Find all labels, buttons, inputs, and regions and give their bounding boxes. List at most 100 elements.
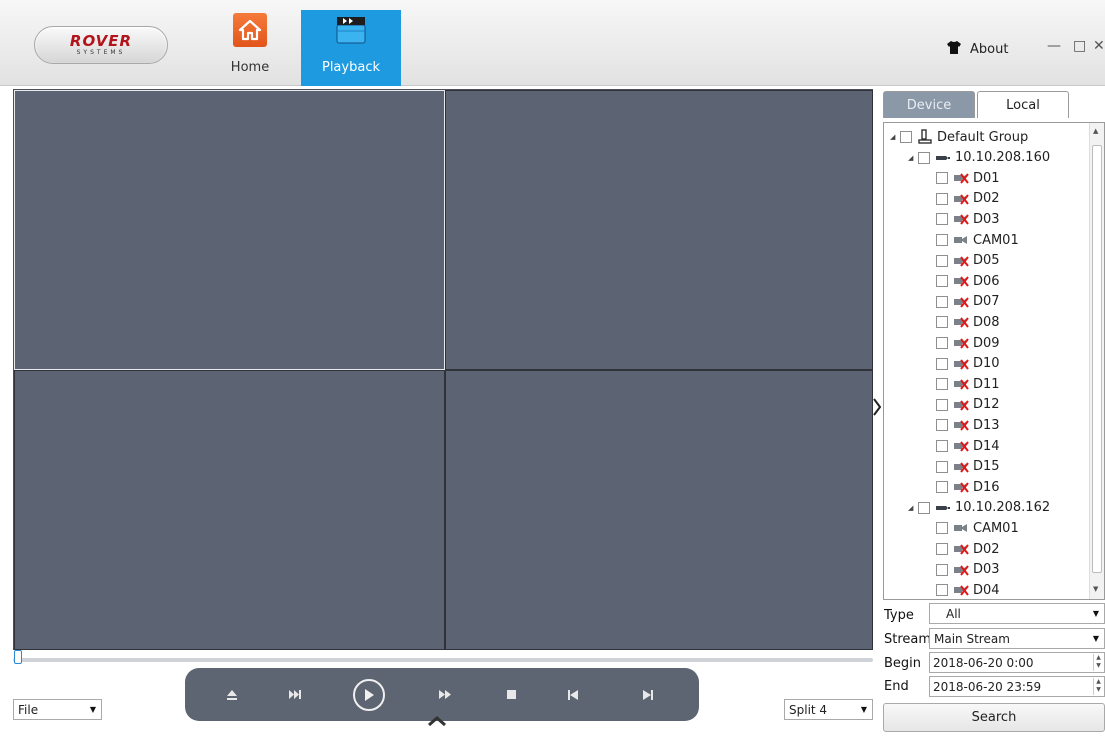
tree-channel-row[interactable]: CAM01 — [936, 518, 1019, 538]
end-datetime-input[interactable]: 2018-06-20 23:59 ▲ ▼ — [929, 676, 1105, 697]
file-select[interactable]: File ▼ — [13, 699, 102, 720]
tree-channel-row[interactable]: D15 — [936, 457, 1000, 477]
tree-checkbox[interactable] — [936, 398, 948, 411]
tree-device-row[interactable]: ◢ 10.10.208.162 — [908, 498, 1050, 518]
stream-label: Stream — [884, 632, 932, 647]
video-pane-1[interactable] — [14, 90, 445, 370]
tree-label: D08 — [973, 314, 1000, 330]
about-button[interactable]: About — [946, 40, 1008, 59]
tree-checkbox[interactable] — [936, 337, 948, 349]
slow-button[interactable] — [278, 668, 312, 721]
tree-label: D10 — [973, 356, 1000, 372]
tree-checkbox[interactable] — [936, 254, 948, 267]
tree-channel-row[interactable]: D09 — [936, 333, 1000, 353]
tab-device[interactable]: Device — [883, 91, 975, 118]
tree-checkbox[interactable] — [936, 378, 948, 391]
expand-icon[interactable]: ◢ — [908, 154, 918, 162]
tree-channel-row[interactable]: D01 — [936, 168, 1000, 188]
expand-icon[interactable]: ◢ — [908, 504, 918, 512]
tab-local[interactable]: Local — [977, 91, 1069, 118]
prev-frame-button[interactable] — [556, 668, 590, 721]
tree-channel-row[interactable]: D16 — [936, 477, 1000, 497]
hide-controls-icon[interactable] — [428, 715, 446, 730]
begin-spinner-icon[interactable]: ▲ ▼ — [1093, 654, 1103, 671]
timeline-scrubber[interactable] — [13, 650, 873, 664]
camera-offline-icon — [953, 315, 969, 329]
nav-tab-playback[interactable]: Playback — [301, 10, 401, 86]
tree-device-row[interactable]: ◢ 10.10.208.160 — [908, 148, 1050, 168]
scrollbar-thumb[interactable] — [1092, 145, 1102, 573]
type-select[interactable]: All ▼ — [929, 603, 1105, 624]
maximize-button[interactable]: □ — [1073, 38, 1086, 54]
eject-button[interactable] — [215, 668, 249, 721]
tree-label: D06 — [973, 273, 1000, 289]
tree-channel-row[interactable]: D02 — [936, 189, 1000, 209]
camera-offline-icon — [953, 542, 969, 556]
eject-icon — [227, 689, 237, 700]
video-pane-2[interactable] — [445, 90, 873, 370]
split-select[interactable]: Split 4 ▼ — [784, 699, 873, 720]
tree-channel-row[interactable]: D14 — [936, 436, 1000, 456]
tree-checkbox[interactable] — [918, 501, 930, 514]
rover-logo: ROVER SYSTEMS — [34, 26, 168, 64]
scroll-down-icon[interactable]: ▼ — [1093, 585, 1098, 593]
top-bar: ROVER SYSTEMS Home Playback About — □ ✕ — [0, 0, 1105, 86]
nav-tab-home[interactable]: Home — [200, 10, 300, 86]
tree-checkbox[interactable] — [918, 151, 930, 164]
tree-channel-row[interactable]: D04 — [936, 580, 1000, 599]
tree-label: Default Group — [937, 129, 1029, 145]
fast-forward-button[interactable] — [428, 668, 462, 721]
tree-checkbox[interactable] — [936, 213, 948, 226]
tree-checkbox[interactable] — [936, 460, 948, 473]
tree-checkbox[interactable] — [936, 522, 948, 535]
tree-channel-row[interactable]: D05 — [936, 251, 1000, 271]
tree-channel-row[interactable]: D13 — [936, 415, 1000, 435]
play-icon — [353, 678, 385, 711]
tree-checkbox[interactable] — [936, 440, 948, 452]
tree-label: D04 — [973, 582, 1000, 598]
tree-checkbox[interactable] — [936, 481, 948, 494]
play-button[interactable] — [349, 668, 389, 721]
search-button[interactable]: Search — [883, 703, 1105, 732]
begin-datetime-input[interactable]: 2018-06-20 0:00 ▲ ▼ — [929, 652, 1105, 673]
video-pane-4[interactable] — [445, 370, 873, 650]
tree-group-row[interactable]: ◢ Default Group — [890, 127, 1028, 147]
tree-channel-row[interactable]: CAM01 — [936, 230, 1019, 250]
tree-checkbox[interactable] — [936, 584, 948, 597]
tree-checkbox[interactable] — [936, 275, 948, 288]
tree-checkbox[interactable] — [936, 295, 948, 308]
tree-channel-row[interactable]: D02 — [936, 539, 1000, 559]
tree-checkbox[interactable] — [936, 172, 948, 185]
tree-checkbox[interactable] — [936, 357, 948, 370]
end-spinner-icon[interactable]: ▲ ▼ — [1093, 678, 1103, 695]
tree-channel-row[interactable]: D03 — [936, 560, 1000, 580]
tree-channel-row[interactable]: D06 — [936, 271, 1000, 291]
tree-checkbox[interactable] — [936, 316, 948, 329]
expand-icon[interactable]: ◢ — [890, 133, 900, 141]
tree-channel-row[interactable]: D03 — [936, 209, 1000, 229]
minimize-button[interactable]: — — [1047, 38, 1061, 54]
video-pane-3[interactable] — [14, 370, 445, 650]
tree-checkbox[interactable] — [936, 234, 948, 246]
tree-checkbox[interactable] — [936, 563, 948, 576]
next-frame-button[interactable] — [631, 668, 665, 721]
dvr-icon — [935, 151, 951, 165]
tree-checkbox[interactable] — [936, 543, 948, 555]
tree-channel-row[interactable]: D08 — [936, 312, 1000, 332]
tree-checkbox[interactable] — [900, 131, 912, 143]
tree-checkbox[interactable] — [936, 192, 948, 205]
tree-scrollbar[interactable]: ▲ ▼ — [1089, 123, 1104, 599]
scroll-up-icon[interactable]: ▲ — [1093, 127, 1098, 135]
tree-channel-row[interactable]: D11 — [936, 374, 1000, 394]
end-label: End — [884, 679, 909, 694]
tree-channel-row[interactable]: D07 — [936, 292, 1000, 312]
close-button[interactable]: ✕ — [1093, 38, 1105, 54]
stream-select[interactable]: Main Stream ▼ — [929, 628, 1105, 649]
scrubber-handle[interactable] — [14, 650, 22, 664]
tree-channel-row[interactable]: D12 — [936, 395, 1000, 415]
tree-checkbox[interactable] — [936, 419, 948, 432]
collapse-panel-icon[interactable] — [873, 398, 882, 420]
stop-button[interactable] — [494, 668, 528, 721]
home-icon — [233, 13, 267, 47]
tree-channel-row[interactable]: D10 — [936, 354, 1000, 374]
